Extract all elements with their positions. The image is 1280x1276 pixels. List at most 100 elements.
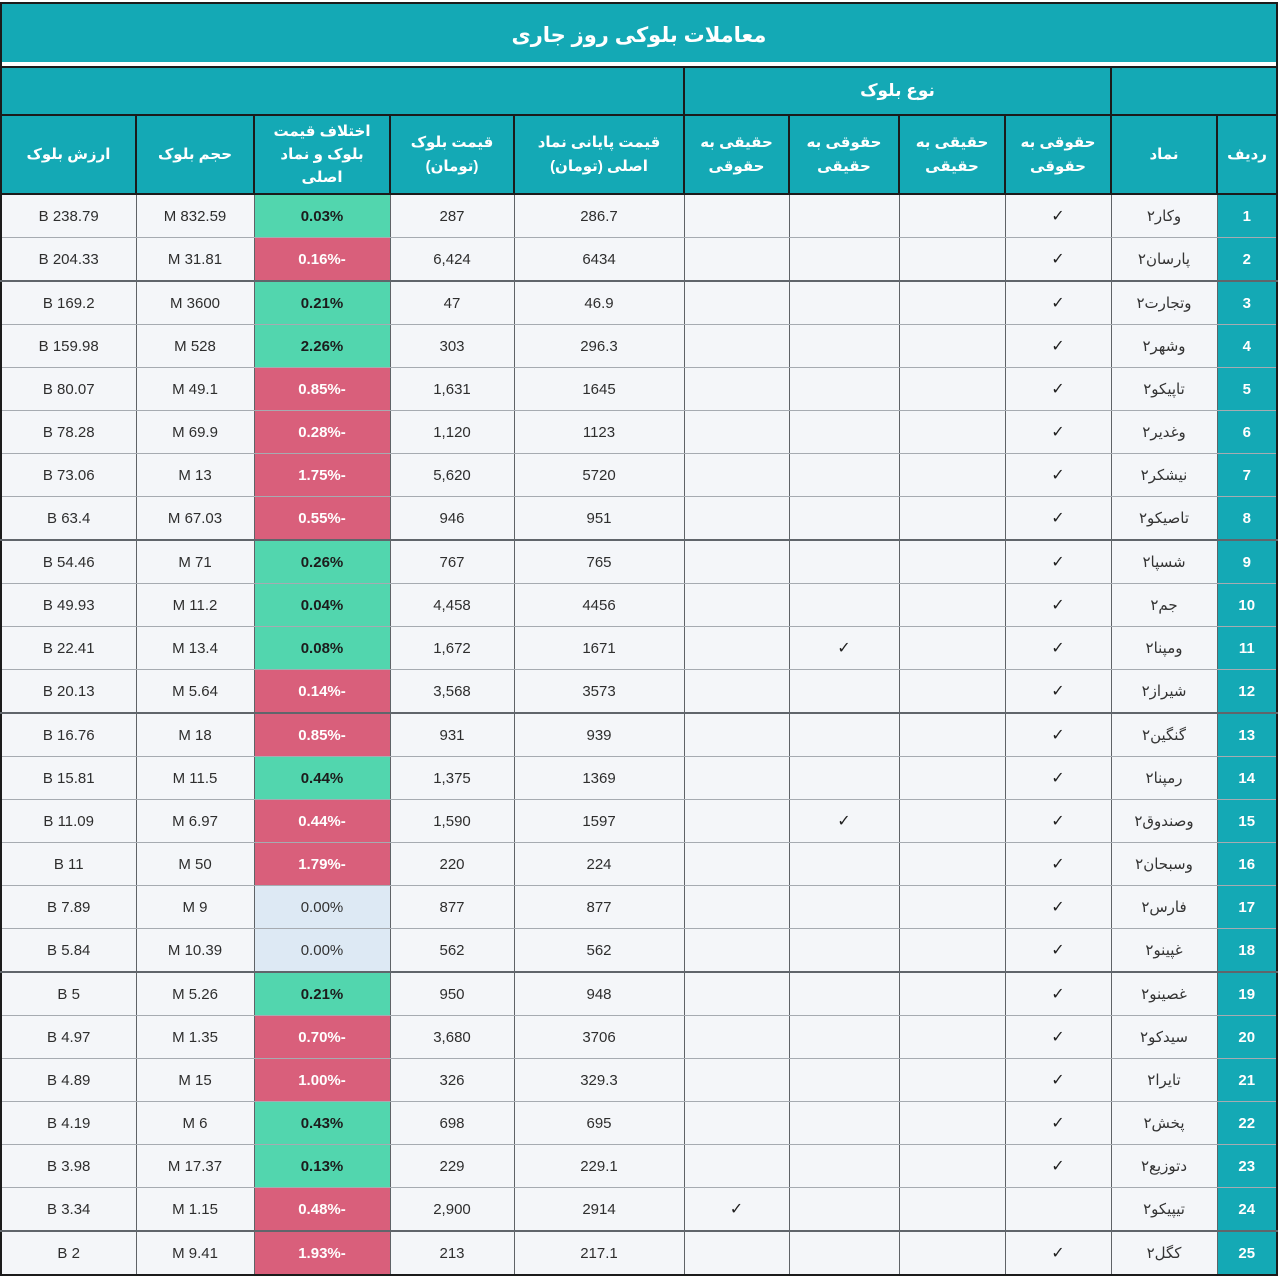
symbol-cell: غصینو۲ [1111,972,1217,1016]
volume-cell: 1.15 M [136,1188,254,1232]
blocktype-legal-to-real-cell: ✓ [789,800,899,843]
blocktype-real-to-real-cell [899,238,1005,282]
price-diff-cell: -0.85% [254,713,390,757]
volume-cell: 1.35 M [136,1016,254,1059]
blocktype-legal-to-real-cell [789,670,899,714]
blocktype-legal-to-legal-cell: ✓ [1005,368,1111,411]
price-diff-cell: 2.26% [254,325,390,368]
row-number-cell: 12 [1217,670,1277,714]
blocktype-legal-to-real-cell [789,540,899,584]
closing-price-cell: 1671 [514,627,684,670]
blocktype-real-to-real-cell [899,411,1005,454]
price-diff-cell: -0.44% [254,800,390,843]
table-row: 16وسبحان۲✓224220-1.79%50 M11 B [1,843,1277,886]
closing-price-cell: 229.1 [514,1145,684,1188]
block-price-cell: 1,590 [390,800,514,843]
blocktype-real-to-real-cell [899,713,1005,757]
blocktype-legal-to-real-cell: ✓ [789,627,899,670]
blocktype-real-to-legal-cell [684,627,789,670]
blocktype-real-to-legal-cell [684,1016,789,1059]
symbol-cell: تاصیکو۲ [1111,497,1217,541]
table-row: 13گنگین۲✓939931-0.85%18 M16.76 B [1,713,1277,757]
closing-price-cell: 224 [514,843,684,886]
symbol-cell: غپینو۲ [1111,929,1217,973]
blocktype-real-to-real-cell [899,1102,1005,1145]
blocktype-legal-to-legal-cell: ✓ [1005,497,1111,541]
blocktype-legal-to-legal-cell: ✓ [1005,800,1111,843]
closing-price-cell: 695 [514,1102,684,1145]
symbol-cell: وصندوق۲ [1111,800,1217,843]
value-cell: 80.07 B [1,368,136,411]
table-row: 20سیدکو۲✓37063,680-0.70%1.35 M4.97 B [1,1016,1277,1059]
block-price-cell: 562 [390,929,514,973]
price-diff-cell: 0.43% [254,1102,390,1145]
blocktype-real-to-legal-cell [684,325,789,368]
blocktype-real-to-legal-cell: ✓ [684,1188,789,1232]
block-price-cell: 229 [390,1145,514,1188]
value-cell: 78.28 B [1,411,136,454]
value-cell: 54.46 B [1,540,136,584]
price-diff-cell: -0.55% [254,497,390,541]
blocktype-real-to-legal-cell [684,584,789,627]
checkmark-icon: ✓ [1051,640,1064,657]
value-cell: 2 B [1,1231,136,1275]
checkmark-icon: ✓ [1051,899,1064,916]
checkmark-icon: ✓ [1051,856,1064,873]
value-cell: 3.98 B [1,1145,136,1188]
blocktype-real-to-legal-cell [684,368,789,411]
page-title: معاملات بلوکی روز جاری [1,3,1277,67]
volume-cell: 17.37 M [136,1145,254,1188]
price-diff-cell: 0.21% [254,972,390,1016]
value-cell: 4.97 B [1,1016,136,1059]
symbol-cell: تیپیکو۲ [1111,1188,1217,1232]
blocktype-real-to-real-cell [899,1188,1005,1232]
volume-cell: 69.9 M [136,411,254,454]
column-header-price-diff: اختلاف قیمت بلوک و نماد اصلی [254,115,390,194]
blocktype-real-to-legal-cell [684,713,789,757]
blocktype-legal-to-legal-cell: ✓ [1005,1145,1111,1188]
checkmark-icon: ✓ [1051,424,1064,441]
blocktype-real-to-real-cell [899,194,1005,238]
symbol-cell: تایرا۲ [1111,1059,1217,1102]
row-number-cell: 14 [1217,757,1277,800]
blocktype-legal-to-legal-cell: ✓ [1005,1231,1111,1275]
row-number-cell: 11 [1217,627,1277,670]
checkmark-icon: ✓ [1051,1072,1064,1089]
checkmark-icon: ✓ [1051,1158,1064,1175]
column-header-volume: حجم بلوک [136,115,254,194]
closing-price-cell: 1645 [514,368,684,411]
blocktype-real-to-real-cell [899,929,1005,973]
block-price-cell: 767 [390,540,514,584]
value-cell: 11 B [1,843,136,886]
blocktype-real-to-real-cell [899,800,1005,843]
price-diff-cell: 0.04% [254,584,390,627]
price-diff-cell: 0.00% [254,929,390,973]
row-number-cell: 17 [1217,886,1277,929]
empty-header-cell [1,67,684,115]
blocktype-real-to-real-cell [899,454,1005,497]
blocktype-legal-to-legal-cell: ✓ [1005,325,1111,368]
checkmark-icon: ✓ [1051,295,1064,312]
symbol-cell: تاپیکو۲ [1111,368,1217,411]
block-price-cell: 213 [390,1231,514,1275]
blocktype-real-to-legal-cell [684,281,789,325]
blocktype-legal-to-legal-cell [1005,1188,1111,1232]
column-header-legal-to-real: حقوقی به حقیقی [789,115,899,194]
price-diff-cell: -1.79% [254,843,390,886]
block-price-cell: 5,620 [390,454,514,497]
blocktype-legal-to-real-cell [789,1231,899,1275]
price-diff-cell: 0.03% [254,194,390,238]
closing-price-cell: 765 [514,540,684,584]
table-row: 7نیشکر۲✓57205,620-1.75%13 M73.06 B [1,454,1277,497]
row-number-cell: 23 [1217,1145,1277,1188]
blocktype-legal-to-legal-cell: ✓ [1005,972,1111,1016]
checkmark-icon: ✓ [1051,683,1064,700]
row-number-cell: 5 [1217,368,1277,411]
table-row: 17فارس۲✓8778770.00%9 M7.89 B [1,886,1277,929]
price-diff-cell: -0.14% [254,670,390,714]
row-number-cell: 8 [1217,497,1277,541]
blocktype-real-to-legal-cell [684,800,789,843]
closing-price-cell: 948 [514,972,684,1016]
symbol-cell: وسبحان۲ [1111,843,1217,886]
row-number-cell: 1 [1217,194,1277,238]
